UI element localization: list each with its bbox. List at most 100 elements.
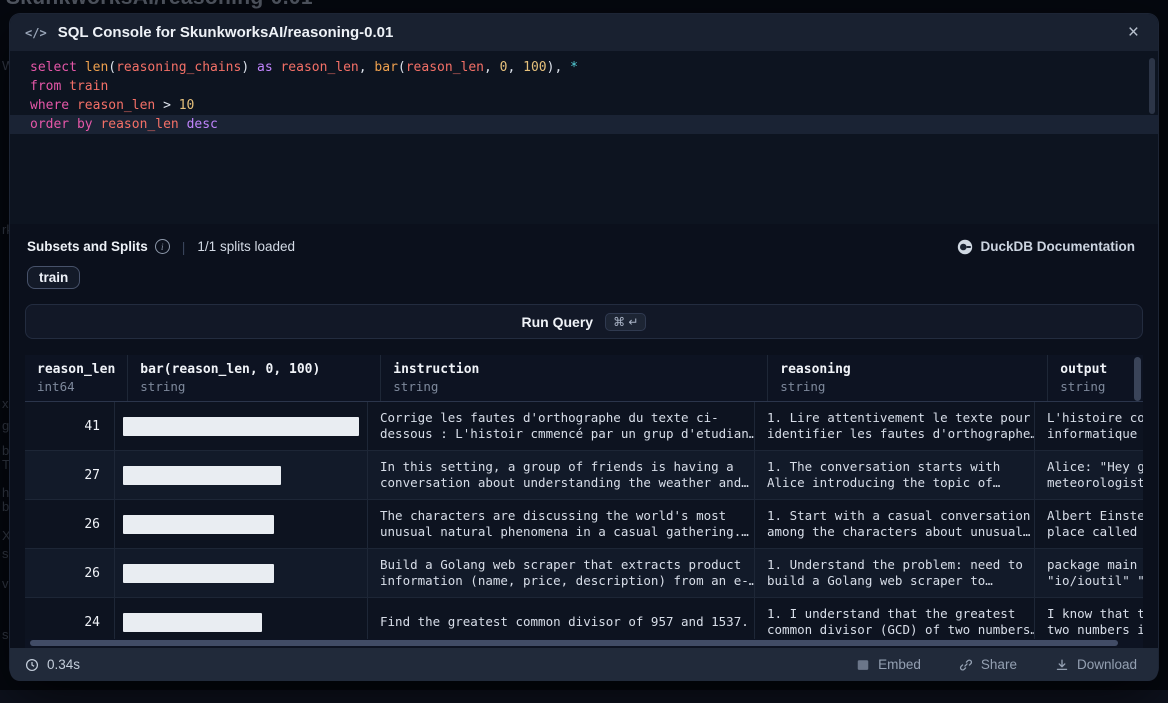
sql-token: 10 — [179, 98, 195, 113]
download-label: Download — [1077, 657, 1137, 672]
table-vertical-scrollbar[interactable] — [1134, 357, 1141, 401]
background-text-fragment: g — [2, 418, 9, 433]
cell-reasoning: 1. The conversation starts with Alice in… — [755, 451, 1035, 499]
cell-bar — [115, 451, 368, 499]
split-chip-train[interactable]: train — [27, 266, 80, 289]
column-name: reasoning — [780, 362, 1035, 377]
editor-vertical-scrollbar[interactable] — [1149, 58, 1155, 114]
sql-token: * — [570, 60, 578, 75]
sql-token: ( — [108, 60, 116, 75]
close-icon[interactable]: × — [1124, 21, 1143, 44]
download-icon — [1055, 658, 1069, 672]
share-link-icon — [959, 658, 973, 672]
sql-code-line[interactable]: from train — [10, 77, 1158, 96]
cell-reason-len: 27 — [25, 451, 115, 499]
background-text-fragment: v — [2, 576, 9, 591]
cell-output: Albert Einste place called — [1035, 500, 1143, 548]
column-header-output: output string — [1048, 355, 1143, 401]
cell-reason-len: 26 — [25, 549, 115, 597]
sql-code-line[interactable]: select len(reasoning_chains) as reason_l… — [10, 58, 1158, 77]
sql-token: , — [484, 60, 500, 75]
sql-token: > — [155, 98, 178, 113]
sql-token: train — [69, 79, 108, 94]
background-bottom-strip — [0, 690, 1168, 703]
table-body: 41Corrige les fautes d'orthographe du te… — [25, 402, 1143, 647]
sql-console-modal: </> SQL Console for SkunkworksAI/reasoni… — [10, 14, 1158, 678]
sql-token: ( — [398, 60, 406, 75]
sql-token: reasoning_chains — [116, 60, 241, 75]
meta-divider: | — [182, 239, 186, 255]
column-type: string — [393, 379, 755, 394]
sql-code: select len(reasoning_chains) as reason_l… — [10, 58, 1158, 134]
info-icon[interactable]: i — [155, 239, 170, 254]
cell-output: package main "io/ioutil" " — [1035, 549, 1143, 597]
cell-instruction: Corrige les fautes d'orthographe du text… — [368, 402, 755, 450]
column-type: int64 — [37, 379, 115, 394]
table-header-row: reason_lenint64bar(reason_len, 0, 100)st… — [25, 355, 1143, 402]
bar-visualization — [123, 564, 274, 583]
run-query-label: Run Query — [522, 314, 594, 330]
sql-token: ), — [547, 60, 570, 75]
sql-token — [77, 60, 85, 75]
embed-label: Embed — [878, 657, 921, 672]
query-duration-value: 0.34s — [47, 657, 80, 672]
sql-editor[interactable]: select len(reasoning_chains) as reason_l… — [10, 51, 1158, 224]
bar-visualization — [123, 466, 281, 485]
duckdb-icon — [957, 239, 973, 255]
query-duration: 0.34s — [25, 657, 80, 672]
subsets-meta-row: Subsets and Splits i | 1/1 splits loaded… — [10, 224, 1158, 256]
download-button[interactable]: Download — [1049, 656, 1143, 673]
embed-button[interactable]: Embed — [850, 656, 927, 673]
run-query-button[interactable]: Run Query ⌘ ↵ — [25, 304, 1143, 339]
table-row[interactable]: 27 In this setting, a group of friends is… — [25, 451, 1143, 500]
sql-token — [69, 117, 77, 132]
table-row[interactable]: 26 The characters are discussing the worl… — [25, 500, 1143, 549]
table-row[interactable]: 26Build a Golang web scraper that extrac… — [25, 549, 1143, 598]
cell-reasoning: 1. Understand the problem: need to build… — [755, 549, 1035, 597]
column-name: instruction — [393, 362, 755, 377]
sql-token: , — [508, 60, 524, 75]
sql-token: reason_len — [280, 60, 358, 75]
clock-icon — [25, 658, 39, 672]
column-type: string — [1060, 379, 1131, 394]
column-header-reason-len: reason_lenint64 — [25, 355, 128, 401]
split-chips: train — [10, 256, 1158, 289]
duckdb-documentation-link[interactable]: DuckDB Documentation — [951, 238, 1141, 256]
column-name: output — [1060, 362, 1131, 377]
background-text-fragment: s — [2, 627, 9, 642]
page-backdrop: SkunkworksAI/reasoning-0.01 WrksxegboThh… — [0, 0, 1168, 703]
cell-instruction: The characters are discussing the world'… — [368, 500, 755, 548]
bar-visualization — [123, 613, 262, 632]
table-row[interactable]: 41Corrige les fautes d'orthographe du te… — [25, 402, 1143, 451]
background-text-fragment: s — [2, 546, 9, 561]
bar-visualization — [123, 417, 359, 436]
results-table: reason_lenint64bar(reason_len, 0, 100)st… — [25, 355, 1143, 648]
sql-code-line[interactable]: where reason_len > 10 — [10, 96, 1158, 115]
sql-token — [179, 117, 187, 132]
background-page-title: SkunkworksAI/reasoning-0.01 — [6, 0, 313, 10]
splits-loaded-status: 1/1 splits loaded — [197, 239, 295, 254]
share-label: Share — [981, 657, 1017, 672]
share-button[interactable]: Share — [953, 656, 1023, 673]
sql-token: from — [30, 79, 61, 94]
sql-token — [61, 79, 69, 94]
column-type: string — [780, 379, 1035, 394]
cell-reasoning: 1. Lire attentivement le texte pour iden… — [755, 402, 1035, 450]
table-horizontal-scrollbar[interactable] — [25, 639, 1143, 648]
sql-token: reason_len — [406, 60, 484, 75]
cell-bar — [115, 549, 368, 597]
sql-token: reason_len — [100, 117, 178, 132]
table-horizontal-scrollbar-thumb[interactable] — [30, 640, 1118, 646]
sql-code-line[interactable]: order by reason_len desc — [10, 115, 1158, 134]
sql-token: ) — [241, 60, 257, 75]
column-header-bar-reason-len-0-100-: bar(reason_len, 0, 100)string — [128, 355, 381, 401]
column-header-reasoning: reasoning string — [768, 355, 1048, 401]
sql-token: , — [359, 60, 375, 75]
duckdb-documentation-label: DuckDB Documentation — [980, 239, 1135, 254]
cell-reason-len: 26 — [25, 500, 115, 548]
code-icon: </> — [25, 26, 47, 40]
cell-instruction: In this setting, a group of friends is h… — [368, 451, 755, 499]
sql-token: bar — [374, 60, 397, 75]
column-type: string — [140, 379, 368, 394]
sql-token — [69, 98, 77, 113]
